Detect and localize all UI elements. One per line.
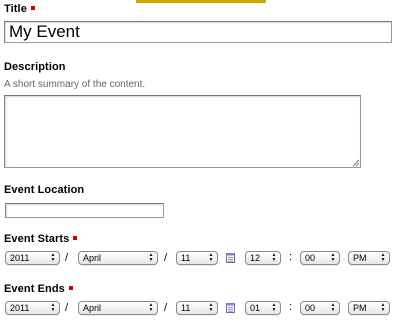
date-separator: / [65,302,69,314]
description-label: Description [4,61,66,73]
ends-day-select[interactable]: 11 ▲ ▼ [176,301,218,315]
date-separator: / [65,252,69,264]
starts-minute-select[interactable]: 00 ▲ ▼ [300,251,340,265]
chevron-up-down-icon: ▲ ▼ [50,302,56,313]
ends-month-select[interactable]: April ▲ ▼ [78,301,158,315]
starts-ampm-value: PM [353,253,367,263]
required-marker-icon [30,6,35,10]
ends-hour-select[interactable]: 01 ▲ ▼ [245,301,281,315]
starts-month-value: April [83,253,102,263]
description-textarea[interactable] [4,95,361,168]
location-label: Event Location [4,184,85,196]
chevron-up-down-icon: ▲ ▼ [380,302,386,313]
calendar-icon[interactable] [226,253,235,263]
chevron-up-down-icon: ▲ ▼ [271,302,277,313]
title-input[interactable] [4,21,392,43]
event-edit-form: Title Description A short summary of the… [0,0,400,324]
required-marker-icon [68,286,73,290]
location-input[interactable] [5,203,164,218]
starts-year-select[interactable]: 2011 ▲ ▼ [5,251,60,265]
starts-minute-value: 00 [305,253,316,263]
ends-ampm-select[interactable]: PM ▲ ▼ [348,301,390,315]
ends-year-value: 2011 [10,303,30,313]
required-marker-icon [73,236,78,240]
starts-hour-select[interactable]: 12 ▲ ▼ [245,251,281,265]
top-accent-strip [136,0,266,3]
starts-ampm-select[interactable]: PM ▲ ▼ [348,251,390,265]
chevron-up-down-icon: ▲ ▼ [380,252,386,263]
chevron-up-down-icon: ▲ ▼ [148,302,154,313]
title-label-row: Title [4,3,35,15]
calendar-icon[interactable] [226,303,235,313]
ends-minute-value: 00 [305,303,316,313]
chevron-up-down-icon: ▲ ▼ [148,252,154,263]
starts-label-row: Event Starts [4,233,78,245]
starts-month-select[interactable]: April ▲ ▼ [78,251,158,265]
time-separator: : [289,301,293,313]
ends-year-select[interactable]: 2011 ▲ ▼ [5,301,60,315]
starts-label: Event Starts [4,233,70,245]
starts-year-value: 2011 [10,253,30,263]
time-separator: : [289,251,293,263]
description-help-text: A short summary of the content. [4,79,146,90]
chevron-up-down-icon: ▲ ▼ [208,252,214,263]
chevron-up-down-icon: ▲ ▼ [50,252,56,263]
ends-month-value: April [83,303,102,313]
chevron-up-down-icon: ▲ ▼ [330,252,336,263]
title-label: Title [4,3,27,15]
starts-day-select[interactable]: 11 ▲ ▼ [176,251,218,265]
starts-hour-value: 12 [250,253,261,263]
chevron-up-down-icon: ▲ ▼ [208,302,214,313]
ends-ampm-value: PM [353,303,367,313]
ends-minute-select[interactable]: 00 ▲ ▼ [300,301,340,315]
starts-day-value: 11 [181,253,191,263]
ends-hour-value: 01 [250,303,261,313]
chevron-up-down-icon: ▲ ▼ [271,252,277,263]
date-separator: / [164,252,168,264]
date-separator: / [164,302,168,314]
ends-label-row: Event Ends [4,283,73,295]
ends-label: Event Ends [4,283,65,295]
ends-day-value: 11 [181,303,191,313]
chevron-up-down-icon: ▲ ▼ [330,302,336,313]
